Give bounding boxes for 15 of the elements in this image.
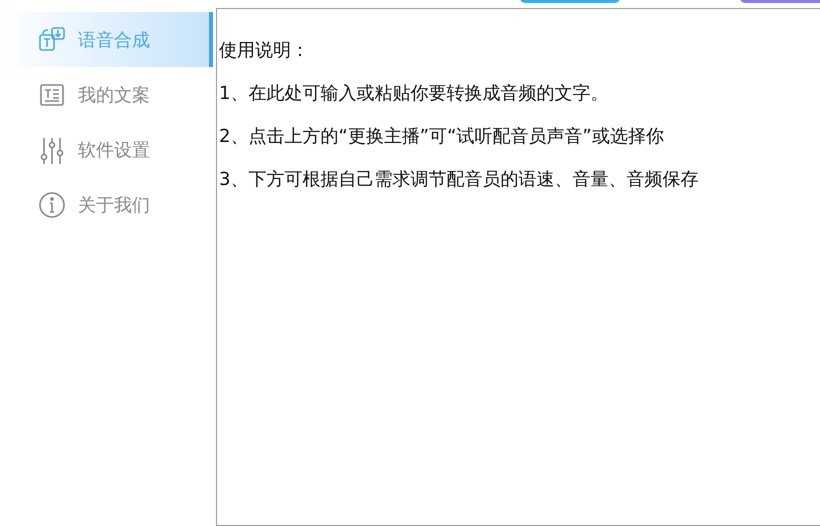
sidebar-label: 我的文案	[78, 84, 150, 106]
sidebar-item[interactable]: 软件设置	[0, 122, 213, 177]
sidebar-label: 关于我们	[78, 194, 150, 216]
sidebar-label: 软件设置	[78, 138, 150, 162]
instruction-line: 使用说明：	[219, 39, 310, 63]
instruction-line: 2、点击上方的“更换主播”可“试听配音员声音”或选择你	[219, 125, 665, 149]
text-input-area[interactable]: 使用说明： 1、在此处可输入或粘贴你要转换成音频的文字。 2、点击上方的“更换主播”可“试听配音员声音”或选择你 3、下方可根据自己需求调节配音员的语速、音量、音频保存	[216, 8, 820, 526]
sidebar-item[interactable]: 我的文案	[0, 67, 213, 122]
info-icon	[38, 190, 66, 218]
sliders-icon	[38, 136, 66, 164]
sidebar-item[interactable]: 关于我们	[0, 177, 213, 232]
instruction-line: 1、在此处可输入或粘贴你要转换成音频的文字。	[219, 82, 610, 106]
sidebar-label: 语音合成	[78, 28, 150, 52]
instruction-line: 3、下方可根据自己需求调节配音员的语速、音量、音频保存	[219, 168, 700, 192]
text-convert-icon	[38, 26, 66, 54]
